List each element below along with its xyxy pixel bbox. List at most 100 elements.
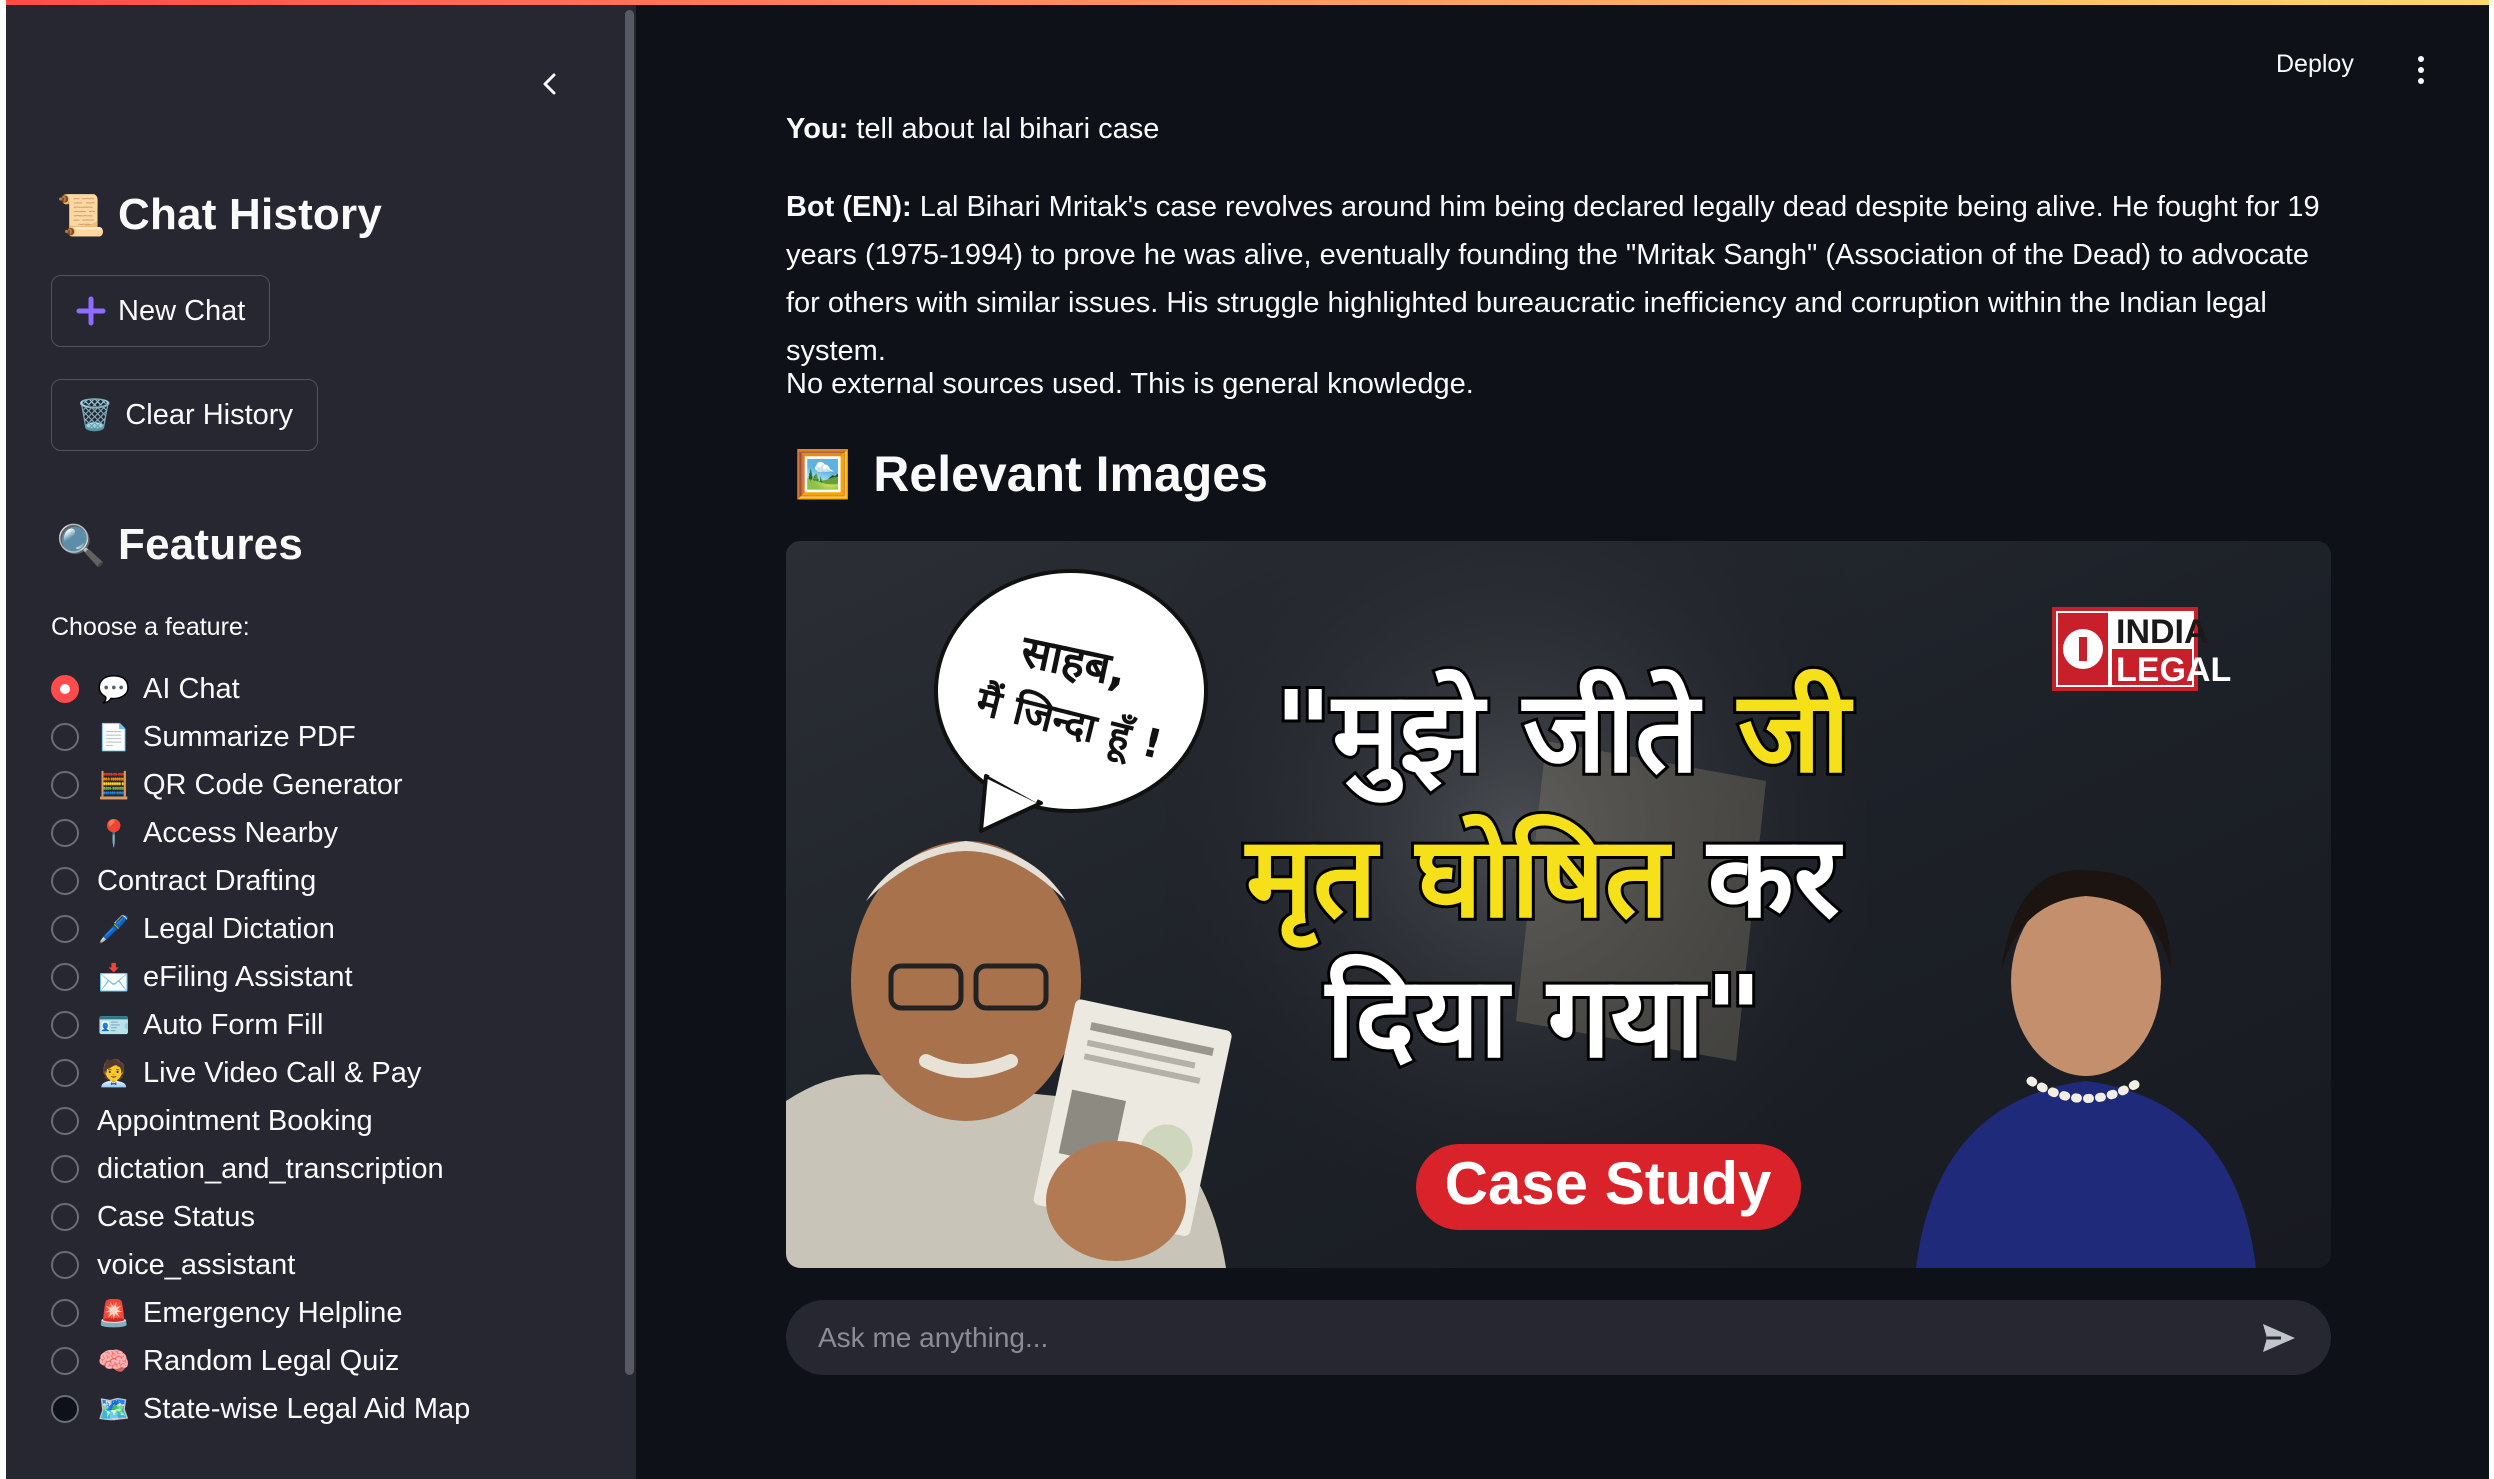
- feature-option[interactable]: dictation_and_transcription: [51, 1145, 470, 1193]
- feature-icon: 🧠: [97, 1345, 131, 1376]
- logo-text-bottom: LEGAL: [2116, 651, 2231, 689]
- feature-option[interactable]: 🪪 Auto Form Fill: [51, 1001, 470, 1049]
- headline-line-2-yellow: मृत घोषित: [1244, 813, 1708, 948]
- radio-button[interactable]: [51, 1203, 79, 1231]
- case-study-badge: Case Study: [1416, 1144, 1801, 1230]
- chevron-left-icon: [543, 73, 556, 95]
- feature-label: Appointment Booking: [97, 1104, 373, 1137]
- features-title: Features: [118, 520, 304, 569]
- feature-label: eFiling Assistant: [143, 960, 353, 993]
- feature-option[interactable]: 🧠 Random Legal Quiz: [51, 1337, 470, 1385]
- radio-button[interactable]: [51, 771, 79, 799]
- radio-button[interactable]: [51, 963, 79, 991]
- svg-text:"मुझे जीते जी: "मुझे जीते जी: [1274, 668, 1854, 803]
- feature-option[interactable]: 🧑‍💼 Live Video Call & Pay: [51, 1049, 470, 1097]
- choose-feature-label: Choose a feature:: [51, 613, 250, 641]
- feature-icon: 💬: [97, 673, 131, 704]
- feature-label: dictation_and_transcription: [97, 1152, 444, 1185]
- radio-button[interactable]: [51, 867, 79, 895]
- framed-picture-icon: 🖼️: [794, 447, 852, 500]
- features-heading: 🔍 Features: [56, 520, 303, 570]
- feature-option[interactable]: 💬 AI Chat: [51, 665, 470, 713]
- magnifier-icon: 🔍: [56, 523, 107, 568]
- new-chat-button[interactable]: New Chat: [51, 275, 271, 347]
- feature-option[interactable]: voice_assistant: [51, 1241, 470, 1289]
- feature-icon: 🚨: [97, 1297, 131, 1328]
- relevant-images-title: Relevant Images: [873, 446, 1268, 502]
- feature-icon: 📍: [97, 817, 131, 848]
- feature-label: QR Code Generator: [143, 768, 403, 801]
- wastebasket-icon: 🗑️: [76, 398, 114, 432]
- feature-option[interactable]: 🧮 QR Code Generator: [51, 761, 470, 809]
- main-content: Deploy You: tell about lal bihari case B…: [636, 5, 2489, 1479]
- feature-label: Random Legal Quiz: [143, 1344, 400, 1377]
- feature-option[interactable]: 📩 eFiling Assistant: [51, 953, 470, 1001]
- headline-line-3: दिया गया": [1324, 953, 1763, 1083]
- chat-history-heading: 📜 Chat History: [56, 190, 382, 240]
- bot-message: Bot (EN): Lal Bihari Mritak's case revol…: [786, 183, 2346, 375]
- relevant-image[interactable]: साहब, मैं जिन्दा हूँ ! "मुझे जीते जी मृत…: [786, 541, 2331, 1268]
- radio-button[interactable]: [51, 675, 79, 703]
- radio-button[interactable]: [51, 1107, 79, 1135]
- clear-history-button[interactable]: 🗑️ Clear History: [51, 379, 318, 451]
- collapse-sidebar-button[interactable]: [526, 60, 574, 108]
- feature-option[interactable]: Case Status: [51, 1193, 470, 1241]
- feature-label: Auto Form Fill: [143, 1008, 324, 1041]
- case-thumbnail-graphic: साहब, मैं जिन्दा हूँ ! "मुझे जीते जी मृत…: [786, 541, 2331, 1268]
- feature-icon: 🖊️: [97, 913, 131, 944]
- feature-option[interactable]: 🗺️ State-wise Legal Aid Map: [51, 1385, 470, 1433]
- feature-label: Live Video Call & Pay: [143, 1056, 422, 1089]
- chat-input-bar: [786, 1300, 2331, 1375]
- clear-history-label: Clear History: [125, 398, 293, 431]
- feature-label: voice_assistant: [97, 1248, 296, 1281]
- logo-text-top: INDIA: [2116, 613, 2209, 651]
- sidebar-scrollbar[interactable]: [625, 10, 634, 1375]
- feature-option[interactable]: Contract Drafting: [51, 857, 470, 905]
- user-message: You: tell about lal bihari case: [786, 105, 2346, 153]
- feature-option[interactable]: 📄 Summarize PDF: [51, 713, 470, 761]
- send-button[interactable]: [2257, 1316, 2301, 1360]
- feature-option[interactable]: 🖊️ Legal Dictation: [51, 905, 470, 953]
- radio-button[interactable]: [51, 1011, 79, 1039]
- new-chat-label: New Chat: [118, 294, 246, 327]
- feature-icon: 🧑‍💼: [97, 1057, 131, 1088]
- feature-icon: 🗺️: [97, 1393, 131, 1424]
- radio-button[interactable]: [51, 723, 79, 751]
- feature-label: Contract Drafting: [97, 864, 317, 897]
- app-window: 📜 Chat History New Chat 🗑️ Clear History…: [6, 0, 2489, 1479]
- radio-button[interactable]: [51, 1251, 79, 1279]
- headline-line-2-white: कर: [1706, 813, 1844, 943]
- bot-prefix: Bot (EN):: [786, 191, 912, 223]
- feature-label: Emergency Helpline: [143, 1296, 403, 1329]
- radio-button[interactable]: [51, 1395, 79, 1423]
- radio-button[interactable]: [51, 1347, 79, 1375]
- bot-message-text: Lal Bihari Mritak's case revolves around…: [786, 191, 2320, 367]
- case-study-text: Case Study: [1445, 1150, 1772, 1217]
- feature-radio-group: 💬 AI Chat 📄 Summarize PDF 🧮 QR Code Generator…: [51, 665, 470, 1433]
- feature-icon: 🪪: [97, 1009, 131, 1040]
- main-menu-button[interactable]: [2406, 50, 2436, 90]
- radio-button[interactable]: [51, 1299, 79, 1327]
- radio-button[interactable]: [51, 819, 79, 847]
- headline-line-1-white: "मुझे जीते: [1274, 668, 1738, 803]
- headline-text: "मुझे जीते जी मृत घोषित कर दिया गया": [1241, 665, 1857, 1086]
- kebab-menu-icon: [2418, 56, 2424, 62]
- feature-option[interactable]: 📍 Access Nearby: [51, 809, 470, 857]
- headline-line-1-yellow: जी: [1736, 668, 1854, 798]
- feature-icon: 📩: [97, 961, 131, 992]
- feature-option[interactable]: 🚨 Emergency Helpline: [51, 1289, 470, 1337]
- feature-label: Case Status: [97, 1200, 255, 1233]
- user-prefix: You:: [786, 113, 849, 145]
- send-icon: [2263, 1323, 2295, 1352]
- feature-label: Access Nearby: [143, 816, 339, 849]
- feature-label: State-wise Legal Aid Map: [143, 1392, 471, 1425]
- radio-button[interactable]: [51, 1155, 79, 1183]
- feature-option[interactable]: Appointment Booking: [51, 1097, 470, 1145]
- deploy-button[interactable]: Deploy: [2276, 50, 2354, 79]
- radio-button[interactable]: [51, 915, 79, 943]
- feature-label: Legal Dictation: [143, 912, 335, 945]
- plus-icon: [76, 296, 106, 326]
- sidebar: 📜 Chat History New Chat 🗑️ Clear History…: [6, 5, 636, 1479]
- chat-input[interactable]: [816, 1320, 2257, 1355]
- radio-button[interactable]: [51, 1059, 79, 1087]
